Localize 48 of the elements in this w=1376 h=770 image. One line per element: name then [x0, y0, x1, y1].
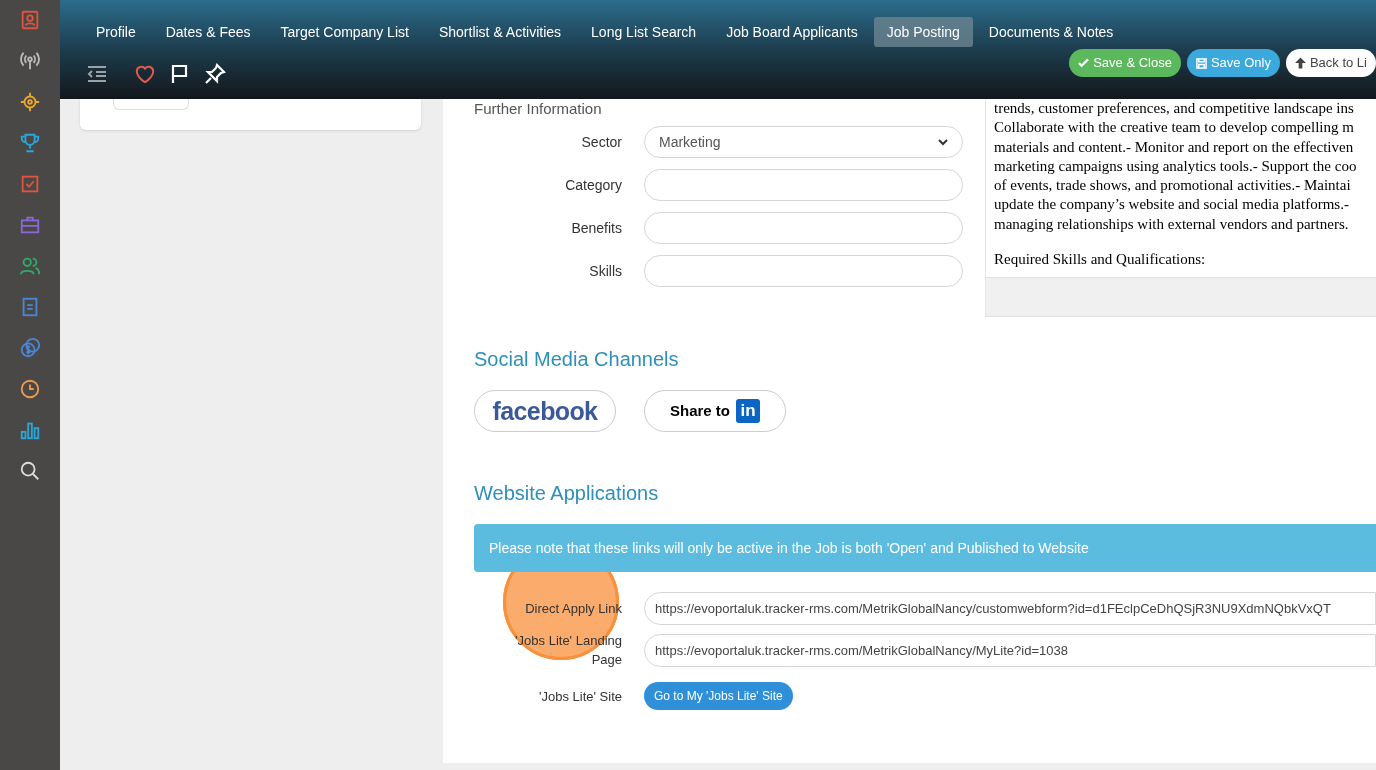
notice-banner: Please note that these links will only be active in the Job is both 'Open' and Published to Website [474, 524, 1376, 573]
section-title: Website Applications [474, 481, 660, 506]
checkbox-icon[interactable] [19, 173, 41, 195]
input-field[interactable] [644, 212, 963, 244]
broadcast-icon[interactable] [19, 50, 41, 72]
briefcase-icon[interactable] [19, 214, 41, 236]
collapse-menu-icon[interactable] [86, 65, 108, 83]
contact-card-icon[interactable] [19, 9, 41, 31]
input-field[interactable] [644, 255, 963, 287]
nav-tab[interactable]: Target Company List [266, 17, 423, 47]
up-arrow-icon [1294, 57, 1306, 69]
field-label: 'Jobs Lite' Site [539, 687, 622, 706]
description-line: materials and content.- Monitor and report on the effectiven [994, 137, 1355, 157]
check-icon [1078, 58, 1090, 68]
nav-tab[interactable]: Long List Search [577, 17, 711, 47]
section-title: Social Media Channels [474, 347, 680, 372]
description-line: marketing campaigns using analytics tools.- Support the coo [994, 156, 1358, 176]
pin-icon[interactable] [204, 63, 226, 85]
nav-tab[interactable]: Job Posting [873, 17, 973, 47]
heart-icon[interactable] [134, 64, 156, 84]
field-label: Benefits [570, 218, 622, 238]
section-title: Further Information [474, 99, 603, 118]
description-line: trends, customer preferences, and competitive landscape ins [994, 99, 1355, 118]
nav-tab[interactable]: Dates & Fees [151, 17, 265, 47]
field-label: Category [564, 175, 622, 195]
action-button[interactable]: Back to Li [1285, 49, 1376, 77]
field-label: Sector [580, 132, 622, 152]
search-icon[interactable] [19, 460, 41, 482]
nav-tab[interactable]: Documents & Notes [974, 17, 1128, 47]
floppy-disk-icon [1195, 57, 1207, 69]
description-subheading: Required Skills and Qualifications: [994, 250, 1207, 270]
clock-icon[interactable] [19, 378, 41, 400]
nav-tab[interactable]: Shortlist & Activities [424, 17, 576, 47]
nav-tab[interactable]: Profile [82, 17, 150, 47]
description-line: of events, trade shows, and promotional activities.- Maintai [994, 176, 1352, 196]
description-line: managing relationships with external vendors and partners. [994, 214, 1350, 234]
people-icon[interactable] [19, 255, 41, 277]
flag-icon[interactable] [170, 64, 190, 84]
description-line: update the company’s website and social media platforms.- [994, 195, 1350, 215]
target-icon[interactable] [19, 91, 41, 113]
linkedin-logo: in [736, 399, 760, 424]
field-label: Skills [588, 261, 622, 281]
trophy-icon[interactable] [19, 132, 41, 154]
chevron-down-icon [938, 138, 948, 146]
nav-tab[interactable]: Job Board Applicants [712, 17, 872, 47]
description-line: Collaborate with the creative team to develop compelling m [994, 118, 1355, 138]
coins-icon[interactable] [19, 337, 41, 359]
input-field[interactable] [644, 169, 963, 201]
